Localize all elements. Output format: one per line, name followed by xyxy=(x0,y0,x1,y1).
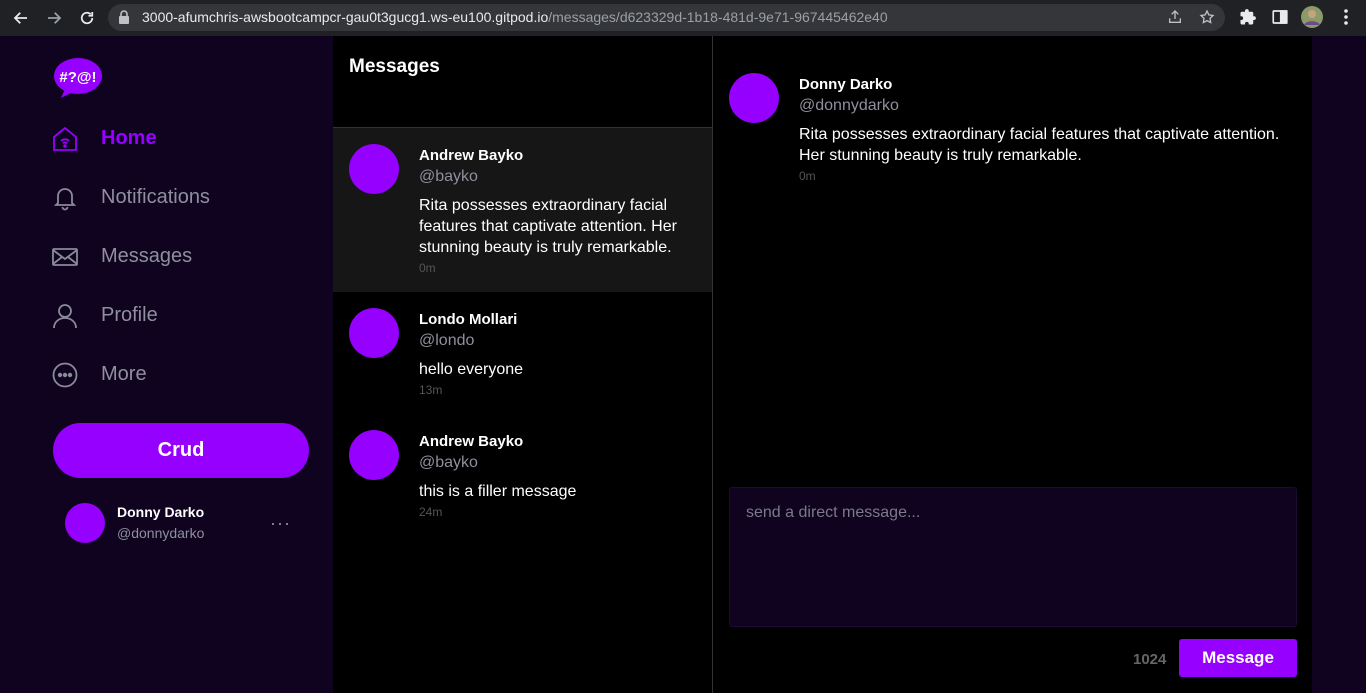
home-icon xyxy=(52,126,78,152)
bell-icon xyxy=(52,185,78,211)
avatar xyxy=(729,73,779,123)
kebab-menu-icon[interactable] xyxy=(1338,8,1354,31)
star-icon[interactable] xyxy=(1199,9,1215,30)
message-body: hello everyone xyxy=(419,361,524,378)
message-name: Andrew Bayko xyxy=(419,433,524,450)
crud-button[interactable]: Crud xyxy=(53,423,309,478)
message-groups-panel: Messages Andrew Bayko @bayko Rita posses… xyxy=(333,36,713,693)
sidebar-item-more[interactable]: More xyxy=(52,355,147,395)
user-icon xyxy=(52,303,78,329)
app: #?@! Home Notifications Messages Profile… xyxy=(0,36,1366,693)
url-text: 3000-afumchris-awsbootcampcr-gau0t3gucg1… xyxy=(142,9,888,25)
send-message-button[interactable]: Message xyxy=(1179,639,1297,677)
sidebar: #?@! Home Notifications Messages Profile… xyxy=(0,36,333,693)
character-count: 1024 xyxy=(1133,651,1167,668)
side-panel-icon[interactable] xyxy=(1271,8,1289,31)
list-item[interactable]: Londo Mollari @londo hello everyone 13m xyxy=(333,292,712,414)
message-name: Andrew Bayko xyxy=(419,147,524,164)
message-body: Rita possesses extraordinary facial feat… xyxy=(799,126,1280,164)
message-time: 0m xyxy=(799,169,816,183)
logo[interactable]: #?@! xyxy=(53,57,103,98)
avatar xyxy=(349,144,399,194)
share-icon[interactable] xyxy=(1167,9,1183,30)
message-time: 24m xyxy=(419,505,443,519)
message-handle: @londo xyxy=(419,332,475,349)
avatar[interactable] xyxy=(65,503,105,543)
message-name: Donny Darko xyxy=(799,76,893,93)
message-name: Londo Mollari xyxy=(419,311,518,328)
profile-handle: @donnydarko xyxy=(117,525,205,541)
profile-avatar-icon[interactable] xyxy=(1300,5,1324,34)
profile-more-icon[interactable]: ··· xyxy=(270,513,291,534)
page-title: Messages xyxy=(349,56,440,77)
sidebar-item-label: Notifications xyxy=(101,186,210,208)
back-icon[interactable] xyxy=(10,7,32,29)
right-gutter xyxy=(1312,36,1366,693)
sidebar-item-label: Profile xyxy=(101,304,158,326)
message-time: 13m xyxy=(419,383,443,397)
sidebar-item-messages[interactable]: Messages xyxy=(52,237,192,277)
lock-icon xyxy=(118,10,130,29)
message-handle: @donnydarko xyxy=(799,97,899,114)
message-handle: @bayko xyxy=(419,454,478,471)
conversation-panel: Donny Darko @donnydarko Rita possesses e… xyxy=(713,36,1312,693)
list-item[interactable]: Andrew Bayko @bayko Rita possesses extra… xyxy=(333,128,712,292)
sidebar-item-label: Home xyxy=(101,127,157,149)
message-body: this is a filler message xyxy=(419,483,577,500)
address-bar[interactable]: 3000-afumchris-awsbootcampcr-gau0t3gucg1… xyxy=(108,4,1225,31)
sidebar-item-notifications[interactable]: Notifications xyxy=(52,178,210,218)
extensions-icon[interactable] xyxy=(1239,8,1257,31)
direct-message-input[interactable] xyxy=(729,487,1297,627)
more-icon xyxy=(52,362,78,388)
message-body: Rita possesses extraordinary facial feat… xyxy=(419,197,677,256)
sidebar-item-home[interactable]: Home xyxy=(52,119,157,159)
mail-icon xyxy=(52,244,78,270)
sidebar-item-label: Messages xyxy=(101,245,193,267)
logo-text: #?@! xyxy=(59,69,96,86)
avatar xyxy=(349,430,399,480)
browser-toolbar: 3000-afumchris-awsbootcampcr-gau0t3gucg1… xyxy=(0,0,1366,36)
profile-name: Donny Darko xyxy=(117,504,205,520)
message-handle: @bayko xyxy=(419,168,478,185)
avatar xyxy=(349,308,399,358)
message-time: 0m xyxy=(419,261,436,275)
forward-icon[interactable] xyxy=(43,7,65,29)
sidebar-item-profile[interactable]: Profile xyxy=(52,296,158,336)
sidebar-item-label: More xyxy=(101,363,147,385)
list-item[interactable]: Andrew Bayko @bayko this is a filler mes… xyxy=(333,414,712,536)
reload-icon[interactable] xyxy=(76,7,98,29)
